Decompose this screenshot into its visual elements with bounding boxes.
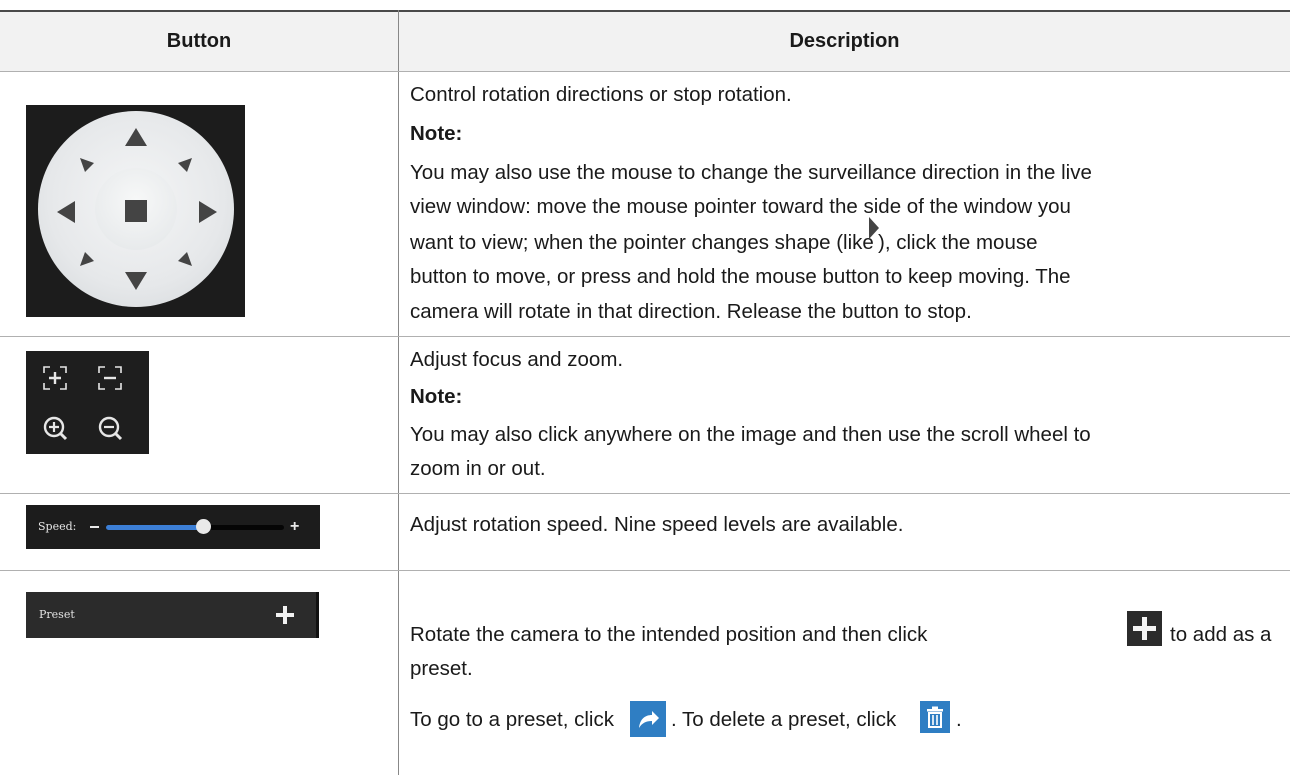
preset-desc-line-3c: . bbox=[956, 708, 962, 731]
row-divider bbox=[0, 570, 1290, 571]
row-divider bbox=[0, 493, 1290, 494]
stop-icon[interactable] bbox=[125, 200, 147, 222]
focus-out-icon[interactable] bbox=[97, 365, 123, 391]
preset-desc-line-1b: to add as a bbox=[1170, 623, 1272, 646]
ptz-direction-pad[interactable] bbox=[26, 105, 245, 317]
focus-note-label: Note: bbox=[410, 385, 463, 408]
direction-desc-line-4b: ), click the mouse bbox=[878, 231, 1038, 254]
preset-desc-line-1a: Rotate the camera to the intended positi… bbox=[410, 623, 928, 646]
table-header: Button Description bbox=[0, 10, 1290, 71]
speed-decrease-button[interactable] bbox=[90, 526, 99, 528]
preset-desc-line-2: preset. bbox=[410, 657, 473, 680]
down-right-arrow-icon[interactable] bbox=[177, 251, 193, 267]
direction-desc-line-5: button to move, or press and hold the mo… bbox=[410, 265, 1071, 288]
speed-slider-track[interactable] bbox=[106, 525, 284, 530]
speed-slider-panel: Speed: + bbox=[26, 505, 320, 549]
preset-desc-line-3a: To go to a preset, click bbox=[410, 708, 614, 731]
down-arrow-icon[interactable] bbox=[124, 271, 148, 291]
direction-desc-line-1: Control rotation directions or stop rota… bbox=[410, 83, 792, 106]
down-left-arrow-icon[interactable] bbox=[79, 251, 95, 267]
up-right-arrow-icon[interactable] bbox=[177, 157, 193, 173]
focus-desc-line-3: zoom in or out. bbox=[410, 457, 546, 480]
header-button: Button bbox=[166, 30, 232, 52]
direction-desc-line-2: You may also use the mouse to change the… bbox=[410, 161, 1092, 184]
column-divider bbox=[398, 10, 399, 775]
speed-desc-line-1: Adjust rotation speed. Nine speed levels… bbox=[410, 513, 904, 536]
speed-increase-button[interactable]: + bbox=[290, 505, 299, 549]
preset-panel: Preset bbox=[26, 592, 319, 638]
focus-zoom-panel bbox=[26, 351, 149, 454]
add-icon bbox=[1127, 611, 1162, 646]
direction-desc-line-3: view window: move the mouse pointer towa… bbox=[410, 195, 1071, 218]
left-arrow-icon[interactable] bbox=[56, 200, 76, 224]
goto-preset-icon bbox=[630, 701, 666, 737]
preset-label: Preset bbox=[39, 608, 75, 621]
direction-desc-line-6: camera will rotate in that direction. Re… bbox=[410, 300, 972, 323]
focus-desc-line-2: You may also click anywhere on the image… bbox=[410, 423, 1091, 446]
header-description: Description bbox=[789, 30, 900, 52]
focus-in-icon[interactable] bbox=[42, 365, 68, 391]
direction-note-label: Note: bbox=[410, 122, 463, 145]
row-divider bbox=[0, 71, 1290, 72]
row-divider bbox=[0, 336, 1290, 337]
up-left-arrow-icon[interactable] bbox=[79, 157, 95, 173]
speed-slider-fill bbox=[106, 525, 204, 530]
right-arrow-icon[interactable] bbox=[198, 200, 218, 224]
add-preset-icon[interactable] bbox=[274, 604, 296, 626]
delete-icon bbox=[920, 701, 950, 733]
direction-desc-line-4a: want to view; when the pointer changes s… bbox=[410, 231, 874, 254]
up-arrow-icon[interactable] bbox=[124, 127, 148, 147]
zoom-in-icon[interactable] bbox=[42, 415, 68, 441]
focus-desc-line-1: Adjust focus and zoom. bbox=[410, 348, 624, 371]
zoom-out-icon[interactable] bbox=[97, 415, 123, 441]
speed-label: Speed: bbox=[38, 520, 77, 533]
speed-slider-thumb[interactable] bbox=[196, 519, 212, 534]
preset-desc-line-3b: . To delete a preset, click bbox=[671, 708, 897, 731]
